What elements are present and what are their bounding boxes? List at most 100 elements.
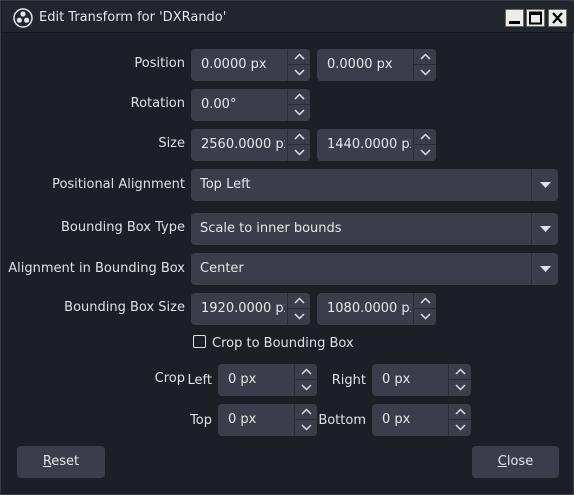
spin-buttons [413,293,436,325]
decrement-button[interactable] [295,380,317,396]
increment-button[interactable] [288,129,310,145]
caret-down-icon [540,226,551,232]
chevron-down-icon [420,149,431,156]
chevron-down-icon [301,384,312,391]
bounding-box-size-label: Bounding Box Size [64,300,185,315]
spin-buttons [448,404,471,436]
close-label: lose [506,454,534,469]
alignment-in-bounding-box-value: Center [200,261,244,276]
decrement-button[interactable] [295,420,317,436]
position-y-spinbox[interactable]: 0.0000 px [317,49,436,81]
chevron-up-icon [420,297,431,304]
increment-button[interactable] [414,49,436,65]
bounding-box-height-value[interactable]: 1080.0000 px [327,301,411,316]
chevron-down-icon [294,313,305,320]
edit-transform-dialog: Edit Transform for 'DXRando' Position 0.… [0,0,574,495]
chevron-up-icon [294,297,305,304]
increment-button[interactable] [288,89,310,105]
size-width-spinbox[interactable]: 2560.0000 px [191,129,310,161]
chevron-up-icon [420,133,431,140]
crop-to-bounding-box-checkbox[interactable] [193,335,206,348]
position-label: Position [134,56,185,71]
decrement-button[interactable] [288,309,310,325]
increment-button[interactable] [295,404,317,420]
crop-right-spinbox[interactable]: 0 px [372,364,471,396]
dropdown-button[interactable] [531,169,558,201]
maximize-icon [529,11,542,25]
decrement-button[interactable] [414,145,436,161]
increment-button[interactable] [449,404,471,420]
increment-button[interactable] [288,293,310,309]
crop-bottom-label: Bottom [318,413,366,428]
decrement-button[interactable] [288,65,310,81]
decrement-button[interactable] [414,309,436,325]
size-height-spinbox[interactable]: 1440.0000 px [317,129,436,161]
rotation-spinbox[interactable]: 0.00° [191,89,310,121]
dropdown-button[interactable] [531,253,558,285]
crop-top-spinbox[interactable]: 0 px [218,404,317,436]
size-width-value[interactable]: 2560.0000 px [201,137,285,152]
increment-button[interactable] [414,293,436,309]
bounding-box-type-value: Scale to inner bounds [200,221,342,236]
positional-alignment-value: Top Left [200,177,251,192]
chevron-down-icon [420,313,431,320]
close-window-button[interactable] [548,9,567,27]
spin-buttons [413,129,436,161]
title-bar[interactable]: Edit Transform for 'DXRando' [2,2,574,33]
caret-down-icon [540,182,551,188]
bounding-box-type-select[interactable]: Scale to inner bounds [191,213,558,245]
bounding-box-type-label: Bounding Box Type [61,220,185,235]
maximize-button[interactable] [526,9,545,27]
decrement-button[interactable] [449,420,471,436]
chevron-down-icon [455,424,466,431]
alignment-in-bounding-box-select[interactable]: Center [191,253,558,285]
spin-buttons [294,404,317,436]
spin-buttons [287,293,310,325]
crop-top-label: Top [190,413,212,428]
chevron-down-icon [301,424,312,431]
spin-buttons [294,364,317,396]
spin-buttons [448,364,471,396]
rotation-label: Rotation [130,96,185,111]
close-mnemonic: C [497,454,507,469]
crop-bottom-value[interactable]: 0 px [382,412,446,427]
minimize-button[interactable] [505,9,524,27]
spin-buttons [413,49,436,81]
chevron-up-icon [301,408,312,415]
reset-label: eset [51,454,80,469]
chevron-up-icon [455,408,466,415]
crop-label: Crop [154,371,185,386]
increment-button[interactable] [295,364,317,380]
dropdown-button[interactable] [531,213,558,245]
position-x-value[interactable]: 0.0000 px [201,57,285,72]
bounding-box-width-value[interactable]: 1920.0000 px [201,301,285,316]
close-button[interactable]: Close [472,446,559,478]
obs-logo-icon [13,8,33,28]
decrement-button[interactable] [288,145,310,161]
size-height-value[interactable]: 1440.0000 px [327,137,411,152]
spin-buttons [287,49,310,81]
crop-bottom-spinbox[interactable]: 0 px [372,404,471,436]
positional-alignment-select[interactable]: Top Left [191,169,558,201]
chevron-up-icon [455,368,466,375]
decrement-button[interactable] [288,105,310,121]
bounding-box-height-spinbox[interactable]: 1080.0000 px [317,293,436,325]
increment-button[interactable] [414,129,436,145]
crop-top-value[interactable]: 0 px [228,412,292,427]
increment-button[interactable] [449,364,471,380]
position-x-spinbox[interactable]: 0.0000 px [191,49,310,81]
decrement-button[interactable] [414,65,436,81]
bounding-box-width-spinbox[interactable]: 1920.0000 px [191,293,310,325]
decrement-button[interactable] [449,380,471,396]
crop-right-value[interactable]: 0 px [382,372,446,387]
crop-left-spinbox[interactable]: 0 px [218,364,317,396]
minimize-icon [509,21,520,24]
chevron-up-icon [294,93,305,100]
increment-button[interactable] [288,49,310,65]
rotation-value[interactable]: 0.00° [201,97,285,112]
spin-buttons [287,129,310,161]
reset-button[interactable]: Reset [17,446,105,478]
crop-to-bounding-box-label[interactable]: Crop to Bounding Box [212,336,354,351]
crop-left-value[interactable]: 0 px [228,372,292,387]
position-y-value[interactable]: 0.0000 px [327,57,411,72]
